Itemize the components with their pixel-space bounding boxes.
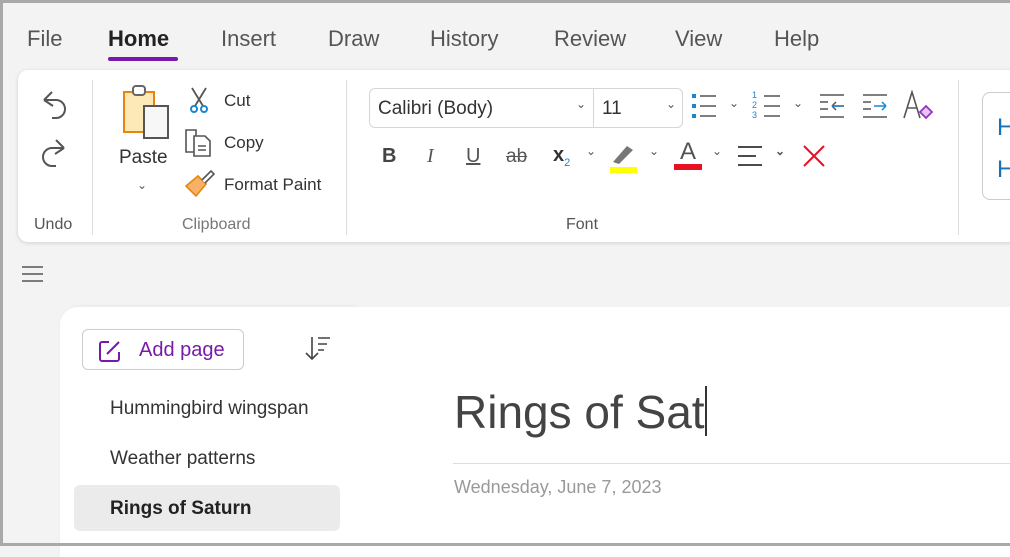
numbering-lines-icon	[764, 95, 780, 117]
title-underline	[453, 463, 1010, 464]
paste-button[interactable]: Paste	[119, 147, 168, 169]
tab-history[interactable]: History	[430, 26, 498, 52]
highlighter-chevron-icon[interactable]: ⌄	[649, 144, 659, 158]
divider	[346, 80, 347, 235]
font-color-button[interactable]: A	[674, 138, 702, 170]
delete-icon[interactable]	[802, 144, 826, 168]
cut-button[interactable]: Cut	[224, 91, 250, 111]
add-page-icon	[99, 341, 120, 362]
copy-icon[interactable]	[184, 128, 214, 158]
styles-gallery[interactable]: HH	[982, 92, 1010, 200]
divider	[92, 80, 93, 235]
decrease-indent-icon[interactable]	[818, 92, 846, 120]
font-size-chevron-icon[interactable]: ⌄	[666, 97, 676, 111]
copy-button[interactable]: Copy	[224, 133, 264, 153]
page-item[interactable]: Hummingbird wingspan	[110, 398, 309, 420]
align-icon[interactable]	[736, 144, 764, 170]
font-name-chevron-icon[interactable]: ⌄	[576, 97, 586, 111]
page-item-label: Rings of Saturn	[110, 498, 252, 519]
numbering-icon[interactable]: 123	[752, 90, 762, 120]
tab-draw[interactable]: Draw	[328, 26, 379, 52]
tab-home[interactable]: Home	[108, 26, 169, 52]
strikethrough-button[interactable]: ab	[506, 146, 527, 168]
font-group-label: Font	[566, 216, 599, 233]
subscript-chevron-icon[interactable]: ⌄	[586, 144, 596, 158]
cut-icon[interactable]	[188, 86, 212, 114]
italic-button[interactable]: I	[427, 145, 434, 168]
page-item[interactable]: Weather patterns	[110, 448, 255, 470]
page-title[interactable]: Rings of Sat	[454, 385, 707, 439]
hamburger-menu-icon[interactable]	[21, 265, 45, 283]
format-paint-button[interactable]: Format Paint	[224, 175, 321, 195]
tab-help[interactable]: Help	[774, 26, 819, 52]
tab-view[interactable]: View	[675, 26, 722, 52]
ribbon: Undo Paste ⌄ Cut Copy Format Paint Clipb…	[18, 70, 1010, 242]
tab-insert[interactable]: Insert	[221, 26, 276, 52]
bullets-icon[interactable]	[690, 92, 720, 122]
note-canvas[interactable]: Rings of Sat Wednesday, June 7, 2023	[356, 307, 1010, 557]
format-painter-icon[interactable]	[184, 168, 216, 198]
increase-indent-icon[interactable]	[861, 92, 889, 120]
highlighter-icon[interactable]	[609, 140, 639, 174]
undo-icon[interactable]	[38, 88, 70, 122]
active-tab-indicator	[108, 57, 178, 61]
clear-formatting-icon[interactable]	[902, 90, 934, 122]
page-date: Wednesday, June 7, 2023	[454, 477, 662, 497]
undo-group-label: Undo	[34, 216, 73, 233]
bullets-chevron-icon[interactable]: ⌄	[729, 96, 739, 110]
bold-button[interactable]: B	[382, 145, 396, 168]
text-cursor	[704, 386, 707, 436]
font-color-chevron-icon[interactable]: ⌄	[712, 144, 722, 158]
sort-icon[interactable]	[304, 335, 334, 363]
page-list-panel: Add page Hummingbird wingspan Weather pa…	[60, 307, 356, 557]
font-size-select[interactable]: 11	[602, 98, 622, 120]
add-page-button[interactable]: Add page	[82, 329, 244, 370]
paste-icon[interactable]	[120, 84, 176, 140]
font-combo: Calibri (Body) ⌄ 11 ⌄	[369, 88, 683, 128]
clipboard-group-label: Clipboard	[182, 216, 251, 233]
numbering-chevron-icon[interactable]: ⌄	[793, 96, 803, 110]
font-name-select[interactable]: Calibri (Body)	[378, 98, 493, 120]
tab-file[interactable]: File	[27, 26, 62, 52]
subscript-button[interactable]: x2	[553, 144, 570, 169]
paste-chevron-icon[interactable]: ⌄	[137, 178, 147, 192]
tab-review[interactable]: Review	[554, 26, 626, 52]
align-chevron-icon[interactable]: ⌄	[775, 144, 785, 158]
underline-button[interactable]: U	[466, 145, 480, 168]
divider	[958, 80, 959, 235]
redo-icon[interactable]	[38, 136, 70, 170]
